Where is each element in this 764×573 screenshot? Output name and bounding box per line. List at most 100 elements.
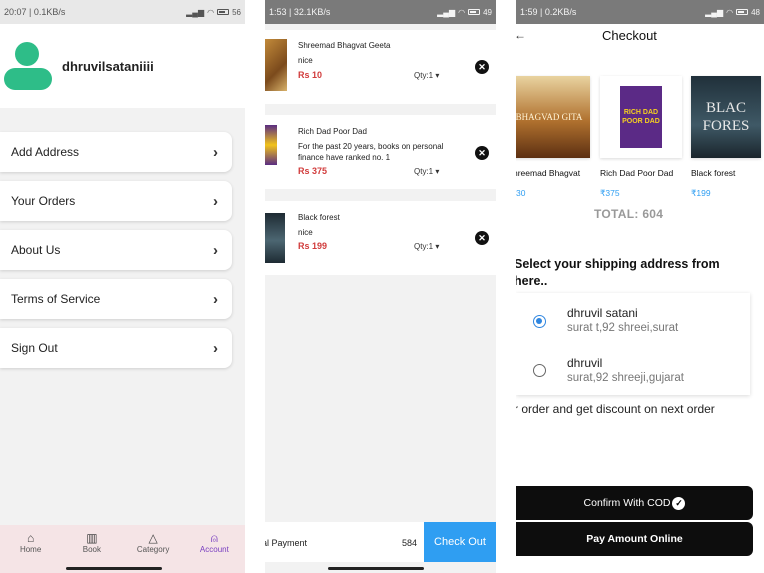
battery-icon bbox=[468, 9, 481, 15]
checkout-book-name: Rich Dad Poor Dad bbox=[600, 168, 674, 178]
menu-item-add-address[interactable]: Add Address › bbox=[0, 132, 232, 172]
check-circle-icon: ✓ bbox=[672, 496, 686, 510]
nav-category[interactable]: △ Category bbox=[126, 531, 181, 554]
book-cover-image bbox=[265, 39, 287, 91]
account-icon: ⍝ bbox=[210, 531, 218, 545]
pay-online-button[interactable]: Pay Amount Online bbox=[516, 522, 753, 556]
menu-item-your-orders[interactable]: Your Orders › bbox=[0, 181, 232, 221]
remove-icon[interactable]: ✕ bbox=[475, 60, 489, 74]
cart-item-desc: nice bbox=[298, 56, 313, 65]
cart-item: Rich Dad Poor Dad For the past 20 years,… bbox=[265, 115, 496, 189]
address-list: dhruvil satani surat t,92 shreei,surat d… bbox=[516, 293, 750, 395]
qty-dropdown[interactable]: Qty:1 ▾ bbox=[414, 242, 439, 251]
wifi-icon: ◠ bbox=[458, 7, 466, 17]
account-menu: Add Address › Your Orders › About Us › Term… bbox=[0, 130, 245, 368]
book-cover-image: BLAC FORES bbox=[691, 76, 761, 158]
cart-item-title: Rich Dad Poor Dad bbox=[298, 127, 367, 136]
battery-icon bbox=[736, 9, 749, 15]
checkout-book-card: BLAC FORES bbox=[691, 76, 761, 158]
book-cover-image: RICH DAD POOR DAD bbox=[620, 86, 662, 148]
category-icon: △ bbox=[148, 531, 158, 545]
book-cover-image bbox=[265, 213, 285, 263]
checkout-book-name: Black forest bbox=[691, 168, 736, 178]
address-detail: surat,92 shreeji,gujarat bbox=[567, 372, 684, 384]
checkout-book-price: ₹375 bbox=[600, 188, 620, 198]
discount-notice: r order and get discount on next order bbox=[516, 402, 715, 416]
menu-item-sign-out[interactable]: Sign Out › bbox=[0, 328, 232, 368]
account-screen: 20:07 | 0.1KB/s ▂▄▆ ◠ 56 dhruvilsataniii… bbox=[0, 0, 245, 573]
qty-dropdown[interactable]: Qty:1 ▾ bbox=[414, 167, 439, 176]
profile-header: dhruvilsataniiii bbox=[0, 24, 245, 108]
menu-item-label: Your Orders bbox=[11, 194, 76, 208]
gesture-bar bbox=[66, 567, 162, 570]
signal-icon: ▂▄▆ bbox=[705, 7, 724, 17]
status-bar: 20:07 | 0.1KB/s ▂▄▆ ◠ 56 bbox=[0, 0, 245, 24]
address-name: dhruvil bbox=[567, 356, 603, 370]
page-title: Checkout bbox=[602, 28, 657, 43]
nav-label: Home bbox=[19, 545, 42, 554]
address-option[interactable]: dhruvil satani surat t,92 shreei,surat bbox=[567, 306, 678, 334]
cart-item-price: Rs 375 bbox=[298, 166, 328, 176]
checkout-book-card: BHAGVAD GITA bbox=[516, 76, 590, 158]
wifi-icon: ◠ bbox=[726, 7, 734, 17]
nav-account[interactable]: ⍝ Account bbox=[187, 531, 242, 554]
menu-item-terms[interactable]: Terms of Service › bbox=[0, 279, 232, 319]
battery-level: 56 bbox=[232, 7, 241, 17]
cart-item-desc: For the past 20 years, books on personal… bbox=[298, 142, 444, 162]
battery-icon bbox=[217, 9, 230, 15]
chevron-right-icon: › bbox=[213, 192, 218, 210]
checkout-book-card: RICH DAD POOR DAD bbox=[600, 76, 682, 158]
total-payment-amount: 584 bbox=[402, 538, 418, 548]
nav-label: Account bbox=[199, 545, 229, 554]
nav-book[interactable]: ▥ Book bbox=[64, 531, 119, 554]
cart-item: Shreemad Bhagvat Geeta nice Rs 10 Qty:1 … bbox=[265, 30, 496, 104]
menu-item-label: Sign Out bbox=[11, 341, 58, 355]
address-option[interactable]: dhruvil surat,92 shreeji,gujarat bbox=[567, 356, 684, 384]
book-cover-image bbox=[265, 125, 277, 165]
gesture-bar bbox=[328, 567, 424, 570]
chevron-right-icon: › bbox=[213, 241, 218, 259]
button-label: Confirm With COD bbox=[583, 497, 671, 509]
cart-item-title: Black forest bbox=[298, 213, 340, 222]
username: dhruvilsataniiii bbox=[62, 58, 154, 74]
checkout-screen: 1:59 | 0.2KB/s ▂▄▆ ◠ 48 ← Checkout BHAGV… bbox=[516, 0, 764, 573]
address-detail: surat t,92 shreei,surat bbox=[567, 322, 679, 334]
cart-screen: 1:53 | 32.1KB/s ▂▄▆ ◠ 49 Shreemad Bhagva… bbox=[265, 0, 496, 573]
status-bar: 1:59 | 0.2KB/s ▂▄▆ ◠ 48 bbox=[516, 0, 764, 24]
total-payment-label: al Payment bbox=[265, 538, 308, 548]
cart-item-title: Shreemad Bhagvat Geeta bbox=[298, 41, 391, 50]
battery-level: 48 bbox=[751, 7, 760, 17]
shipping-heading: Select your shipping address from here.. bbox=[516, 257, 720, 288]
remove-icon[interactable]: ✕ bbox=[475, 231, 489, 245]
cart-item-desc: nice bbox=[298, 228, 313, 237]
address-radio[interactable] bbox=[533, 364, 546, 377]
menu-item-about-us[interactable]: About Us › bbox=[0, 230, 232, 270]
menu-item-label: Terms of Service bbox=[11, 292, 101, 306]
menu-item-label: Add Address bbox=[11, 145, 80, 159]
cart-item: Black forest nice Rs 199 Qty:1 ▾ ✕ bbox=[265, 201, 496, 275]
address-name: dhruvil satani bbox=[567, 306, 638, 320]
nav-label: Book bbox=[82, 545, 101, 554]
checkout-book-name: hreemad Bhagvat bbox=[516, 168, 581, 178]
nav-home[interactable]: ⌂ Home bbox=[3, 531, 58, 554]
checkout-book-price: ₹199 bbox=[691, 188, 711, 198]
remove-icon[interactable]: ✕ bbox=[475, 146, 489, 160]
qty-dropdown[interactable]: Qty:1 ▾ bbox=[414, 71, 439, 80]
signal-icon: ▂▄▆ bbox=[437, 7, 456, 17]
payment-bar: al Payment 584 Check Out bbox=[265, 522, 496, 562]
chevron-right-icon: › bbox=[213, 290, 218, 308]
address-radio-selected[interactable] bbox=[533, 315, 546, 328]
menu-item-label: About Us bbox=[11, 243, 61, 257]
chevron-right-icon: › bbox=[213, 143, 218, 161]
checkout-book-price: 30 bbox=[516, 188, 526, 198]
cart-item-price: Rs 199 bbox=[298, 241, 328, 251]
check-out-button[interactable]: Check Out bbox=[424, 522, 496, 562]
back-arrow-icon[interactable]: ← bbox=[516, 28, 526, 42]
chevron-right-icon: › bbox=[213, 339, 218, 357]
status-icons: ▂▄▆ ◠ 56 bbox=[186, 8, 241, 17]
cart-item-price: Rs 10 bbox=[298, 70, 323, 80]
confirm-cod-button[interactable]: Confirm With COD ✓ bbox=[516, 486, 753, 520]
status-icons: ▂▄▆ ◠ 49 bbox=[437, 8, 492, 17]
status-icons: ▂▄▆ ◠ 48 bbox=[705, 8, 760, 17]
book-icon: ▥ bbox=[86, 531, 98, 545]
